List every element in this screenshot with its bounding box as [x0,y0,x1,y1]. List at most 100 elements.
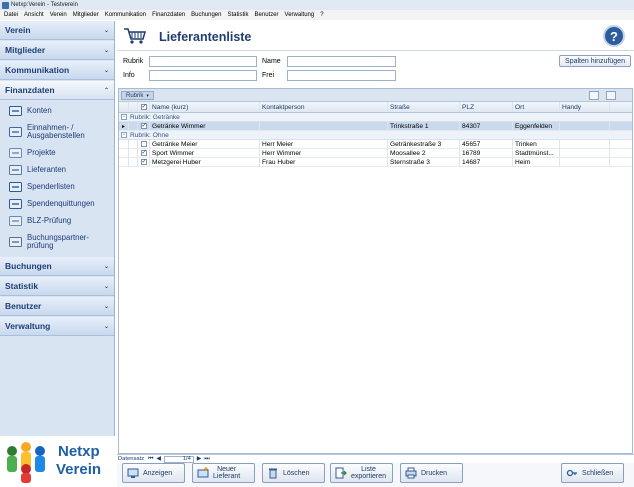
column-header-4[interactable]: Ort [513,102,560,112]
name-label: Name [262,58,281,65]
chevron-down-icon: ⌄ [103,27,109,34]
group-row[interactable]: − Rubrik: Ohne [119,131,632,140]
menu-item-7[interactable]: Statistik [228,12,249,18]
first-record-icon[interactable]: ⏮ [148,456,153,463]
frei-field[interactable] [287,70,396,81]
row-selector[interactable] [119,140,129,148]
checkbox-icon: ✓ [140,104,147,110]
menu-item-6[interactable]: Buchungen [191,12,221,18]
close-button[interactable]: Schließen [561,463,624,483]
donation-receipt-icon [8,198,22,209]
row-selector[interactable]: ▸ [119,122,129,130]
export-list-button[interactable]: Liste exportieren [330,463,393,483]
row-checkbox[interactable]: ✓ [138,149,150,157]
group-row[interactable]: − Rubrik: Getränke [119,113,632,122]
menu-item-2[interactable]: Verein [50,12,67,18]
group-by-bar: Rubrik ▾ [119,89,632,102]
info-field[interactable] [149,70,257,81]
row-checkbox[interactable]: ✓ [138,158,150,166]
menu-item-0[interactable]: Datei [4,12,18,18]
sidebar-item-0[interactable]: Konten [0,102,114,119]
select-all-checkbox[interactable]: ✓ [138,102,150,112]
nav-section-verwaltung[interactable]: Verwaltung ⌄ [0,317,114,336]
menu-bar: Datei Ansicht Verein Mitglieder Kommunikatio… [0,10,634,20]
menu-item-9[interactable]: Verwaltung [285,12,315,18]
grid-settings-icon[interactable] [589,91,599,100]
trash-icon [269,468,277,479]
cell-strasse: Sternstraße 3 [388,158,460,166]
cell-name: Metzgerei Huber [150,158,260,166]
nav-section-benutzer[interactable]: Benutzer ⌄ [0,297,114,316]
help-button[interactable]: ? [603,25,625,47]
sidebar-item-7[interactable]: Buchungspartner-prüfung [0,229,114,254]
accounts-icon [8,105,22,116]
row-checkbox[interactable]: ✓ [138,122,150,130]
anzeigen-button[interactable]: Anzeigen [122,463,185,483]
column-header-2[interactable]: Straße [388,102,460,112]
menu-item-3[interactable]: Mitglieder [73,12,99,18]
suppliers-cart-icon [8,164,22,175]
new-supplier-button[interactable]: Neuer Lieferant [192,463,255,483]
cell-name: Getränke Meier [150,140,260,148]
partner-check-chain-icon [8,236,22,247]
projects-icon [8,147,22,158]
sidebar-item-6[interactable]: BLZ-Prüfung [0,212,114,229]
nav-section-mitglieder[interactable]: Mitglieder ⌄ [0,41,114,60]
cell-kontakt [260,122,388,130]
table-row[interactable]: Getränke Meier Herr Meier Getränkestraße 3… [119,140,632,149]
column-header-0[interactable]: Name (kurz) [150,102,260,112]
sidebar: Verein ⌄ Mitglieder ⌄ Kommunikation ⌄ Finanzd… [0,21,115,436]
grid-export-icon[interactable] [606,91,616,100]
cell-strasse: Moosallee 2 [388,149,460,157]
nav-section-verein[interactable]: Verein ⌄ [0,21,114,40]
table-row[interactable]: ✓ Sport Wimmer Herr Wimmer Moosallee 2 16789… [119,149,632,158]
nav-section-finanzdaten[interactable]: Finanzdaten ⌃ [0,81,114,100]
menu-item-8[interactable]: Benutzer [255,12,279,18]
cell-kontakt: Herr Wimmer [260,149,388,157]
add-columns-button[interactable]: Spalten hinzufügen [559,55,631,67]
cell-ort: Trinken [513,140,560,148]
table-row[interactable]: ✓ Metzgerei Huber Frau Huber Sternstraße 31… [119,158,632,167]
last-record-icon[interactable]: ⏭ [204,456,209,463]
app-icon [2,1,9,9]
column-header-1[interactable]: Kontaktperson [260,102,388,112]
sidebar-item-4[interactable]: Spenderlisten [0,178,114,195]
sidebar-item-1[interactable]: Einnahmen- / Ausgabenstellen [0,119,114,144]
prev-record-icon[interactable]: ◀ [156,456,160,462]
menu-item-5[interactable]: Finanzdaten [152,12,185,18]
delete-button[interactable]: Löschen [262,463,325,483]
sidebar-item-2[interactable]: Projekte [0,144,114,161]
print-button[interactable]: Drucken [400,463,463,483]
record-position-field[interactable]: 1/4 [163,455,194,463]
menu-item-10[interactable]: ? [320,12,323,18]
collapse-toggle-icon[interactable]: − [121,114,127,120]
chevron-down-icon: ⌄ [103,283,109,290]
menu-item-4[interactable]: Kommunikation [105,12,146,18]
menu-item-1[interactable]: Ansicht [24,12,44,18]
bank-code-check-icon [8,215,22,226]
column-header-5[interactable]: Handy [560,102,610,112]
row-indent [129,140,138,148]
table-row[interactable]: ▸ ✓ Getränke Wimmer Trinkstraße 1 84307 Eggen… [119,122,632,131]
name-field[interactable] [287,56,396,67]
cell-name: Getränke Wimmer [150,122,260,130]
cell-strasse: Trinkstraße 1 [388,122,460,130]
row-selector[interactable] [119,158,129,166]
nav-section-buchungen[interactable]: Buchungen ⌄ [0,257,114,276]
group-chip-rubrik[interactable]: Rubrik ▾ [121,91,154,100]
next-record-icon[interactable]: ▶ [197,456,201,462]
cell-handy [560,122,610,130]
collapse-toggle-icon[interactable]: − [121,132,127,138]
nav-section-statistik[interactable]: Statistik ⌄ [0,277,114,296]
rubrik-field[interactable] [149,56,257,67]
sidebar-item-5[interactable]: Spendenquittungen [0,195,114,212]
info-label: Info [123,72,135,79]
row-checkbox[interactable] [138,140,150,148]
nav-section-kommunikation[interactable]: Kommunikation ⌄ [0,61,114,80]
column-header-3[interactable]: PLZ [460,102,513,112]
supplier-grid: Rubrik ▾ ✓ Name (kurz) Kontaktperson Straße… [118,88,633,454]
cell-ort: Eggenfelden [513,122,560,130]
row-selector[interactable] [119,149,129,157]
cell-handy [560,149,610,157]
sidebar-item-3[interactable]: Lieferanten [0,161,114,178]
